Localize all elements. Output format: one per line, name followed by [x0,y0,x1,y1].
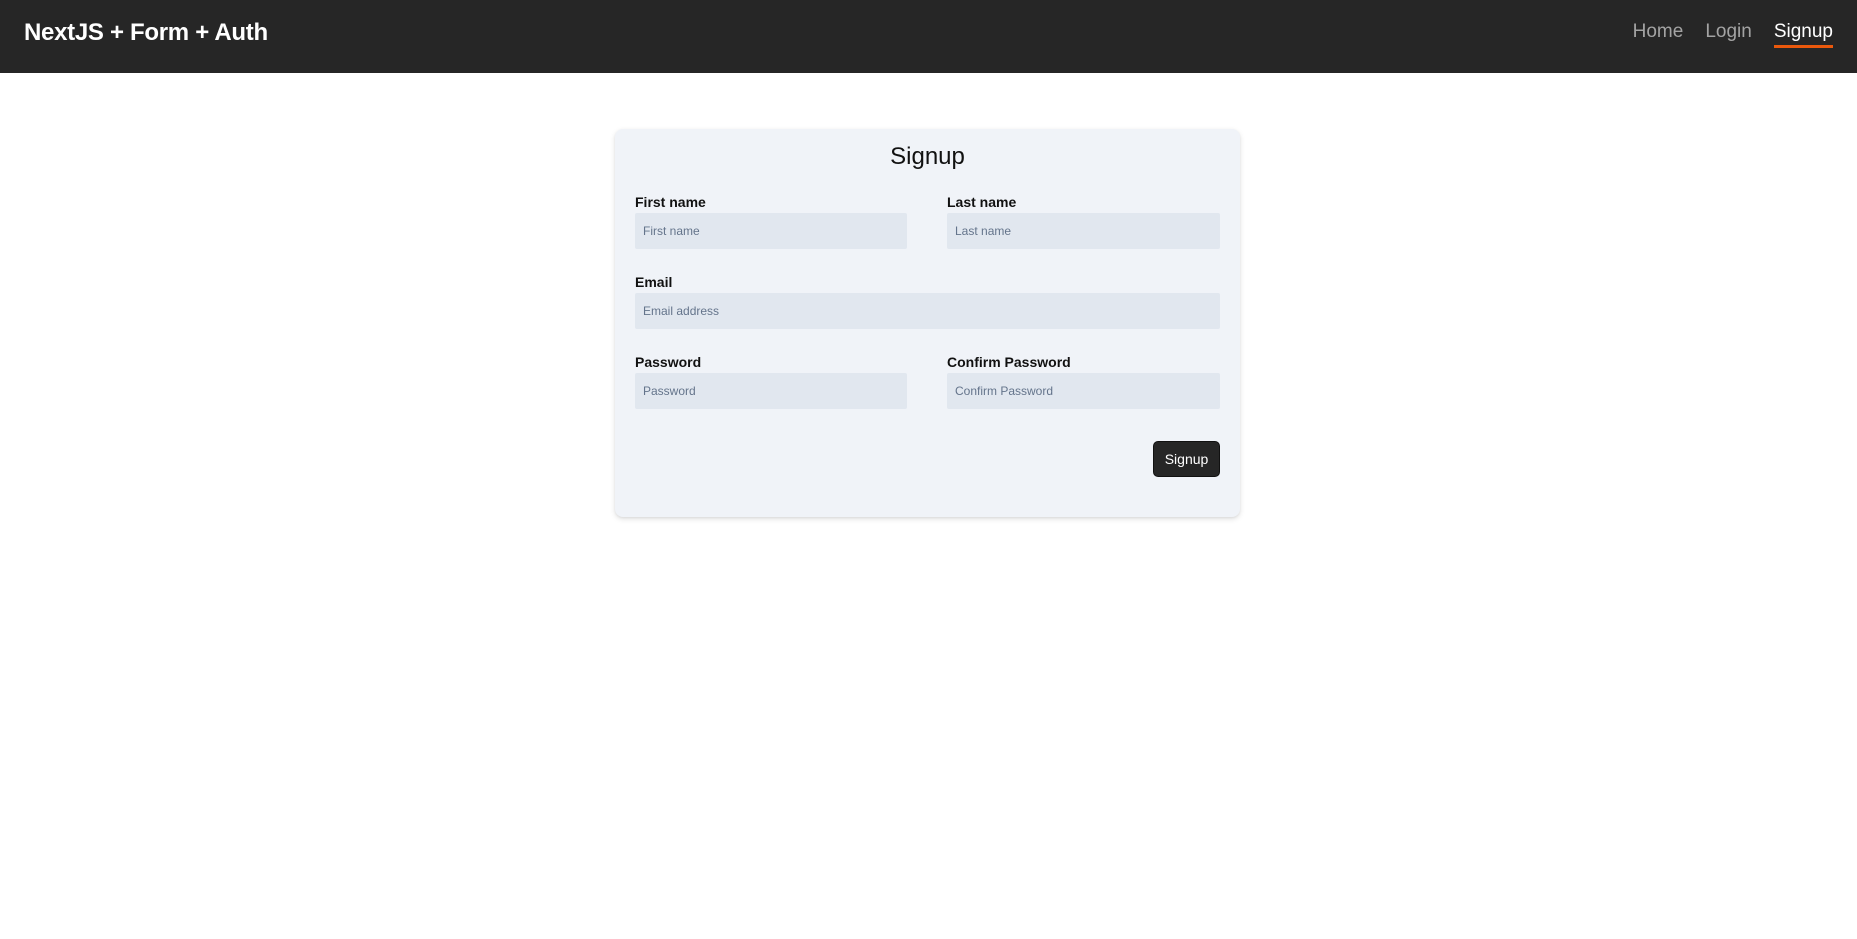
confirm-password-input[interactable] [947,373,1220,409]
confirm-password-label: Confirm Password [947,354,1071,370]
password-label: Password [635,354,702,370]
last-name-input[interactable] [947,213,1220,249]
nav-link-login[interactable]: Login [1705,20,1752,48]
last-name-label: Last name [947,194,1017,210]
nav-link-home[interactable]: Home [1633,20,1684,48]
nav-link-signup[interactable]: Signup [1773,20,1833,48]
signup-submit-button[interactable]: Signup [1153,441,1220,477]
nav-links: Home Login Signup [1633,20,1833,48]
form-title: Signup [890,143,965,170]
email-input[interactable] [635,293,1220,329]
brand-title[interactable]: NextJS + Form + Auth [24,18,268,47]
top-navbar: NextJS + Form + Auth Home Login Signup [0,0,1857,73]
password-input[interactable] [635,373,907,409]
first-name-label: First name [635,194,706,210]
first-name-input[interactable] [635,213,907,249]
email-label: Email [635,274,673,290]
signup-form-card: Signup First name Last name Email Passwo… [615,129,1240,517]
